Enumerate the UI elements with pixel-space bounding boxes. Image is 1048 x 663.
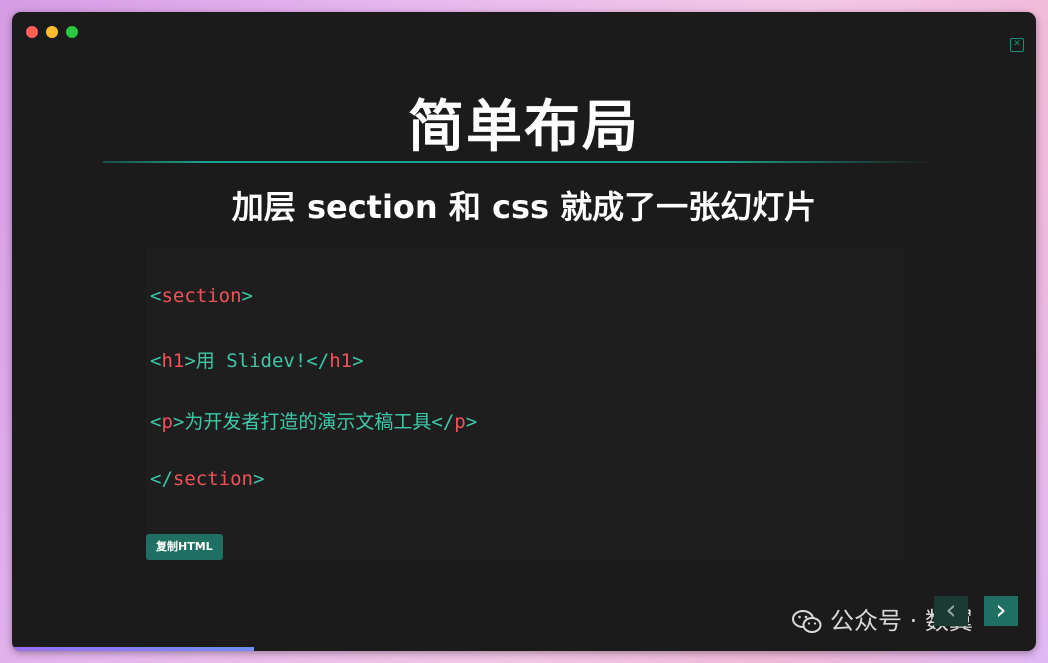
close-window-button[interactable] (26, 26, 38, 38)
slide-window: ✕ 简单布局 加层 section 和 css 就成了一张幻灯片 <sectio… (12, 12, 1036, 651)
code-block: <section> <h1>用 Slidev!</h1> <p>为开发者打造的演… (146, 247, 903, 560)
chevron-right-icon: › (995, 593, 1007, 626)
code-line: <section> (150, 285, 253, 307)
title-divider (103, 161, 933, 163)
chevron-left-icon: ‹ (945, 593, 957, 626)
slide-progress-bar (12, 647, 1036, 651)
slide-progress-fill (12, 647, 254, 651)
slide-subtitle: 加层 section 和 css 就成了一张幻灯片 (231, 188, 817, 226)
copy-html-button[interactable]: 复制HTML (146, 534, 223, 560)
code-line: </section> (150, 468, 265, 490)
code-line: <p>为开发者打造的演示文稿工具</p> (150, 411, 478, 433)
code-line: <h1>用 Slidev!</h1> (150, 350, 364, 372)
next-slide-button[interactable]: › (984, 596, 1018, 626)
previous-slide-button[interactable]: ‹ (934, 596, 968, 626)
zoom-window-button[interactable] (66, 26, 78, 38)
minimize-window-button[interactable] (46, 26, 58, 38)
slide-title: 简单布局 (408, 95, 640, 160)
wechat-icon (792, 609, 822, 635)
exit-presentation-icon[interactable]: ✕ (1010, 38, 1024, 52)
